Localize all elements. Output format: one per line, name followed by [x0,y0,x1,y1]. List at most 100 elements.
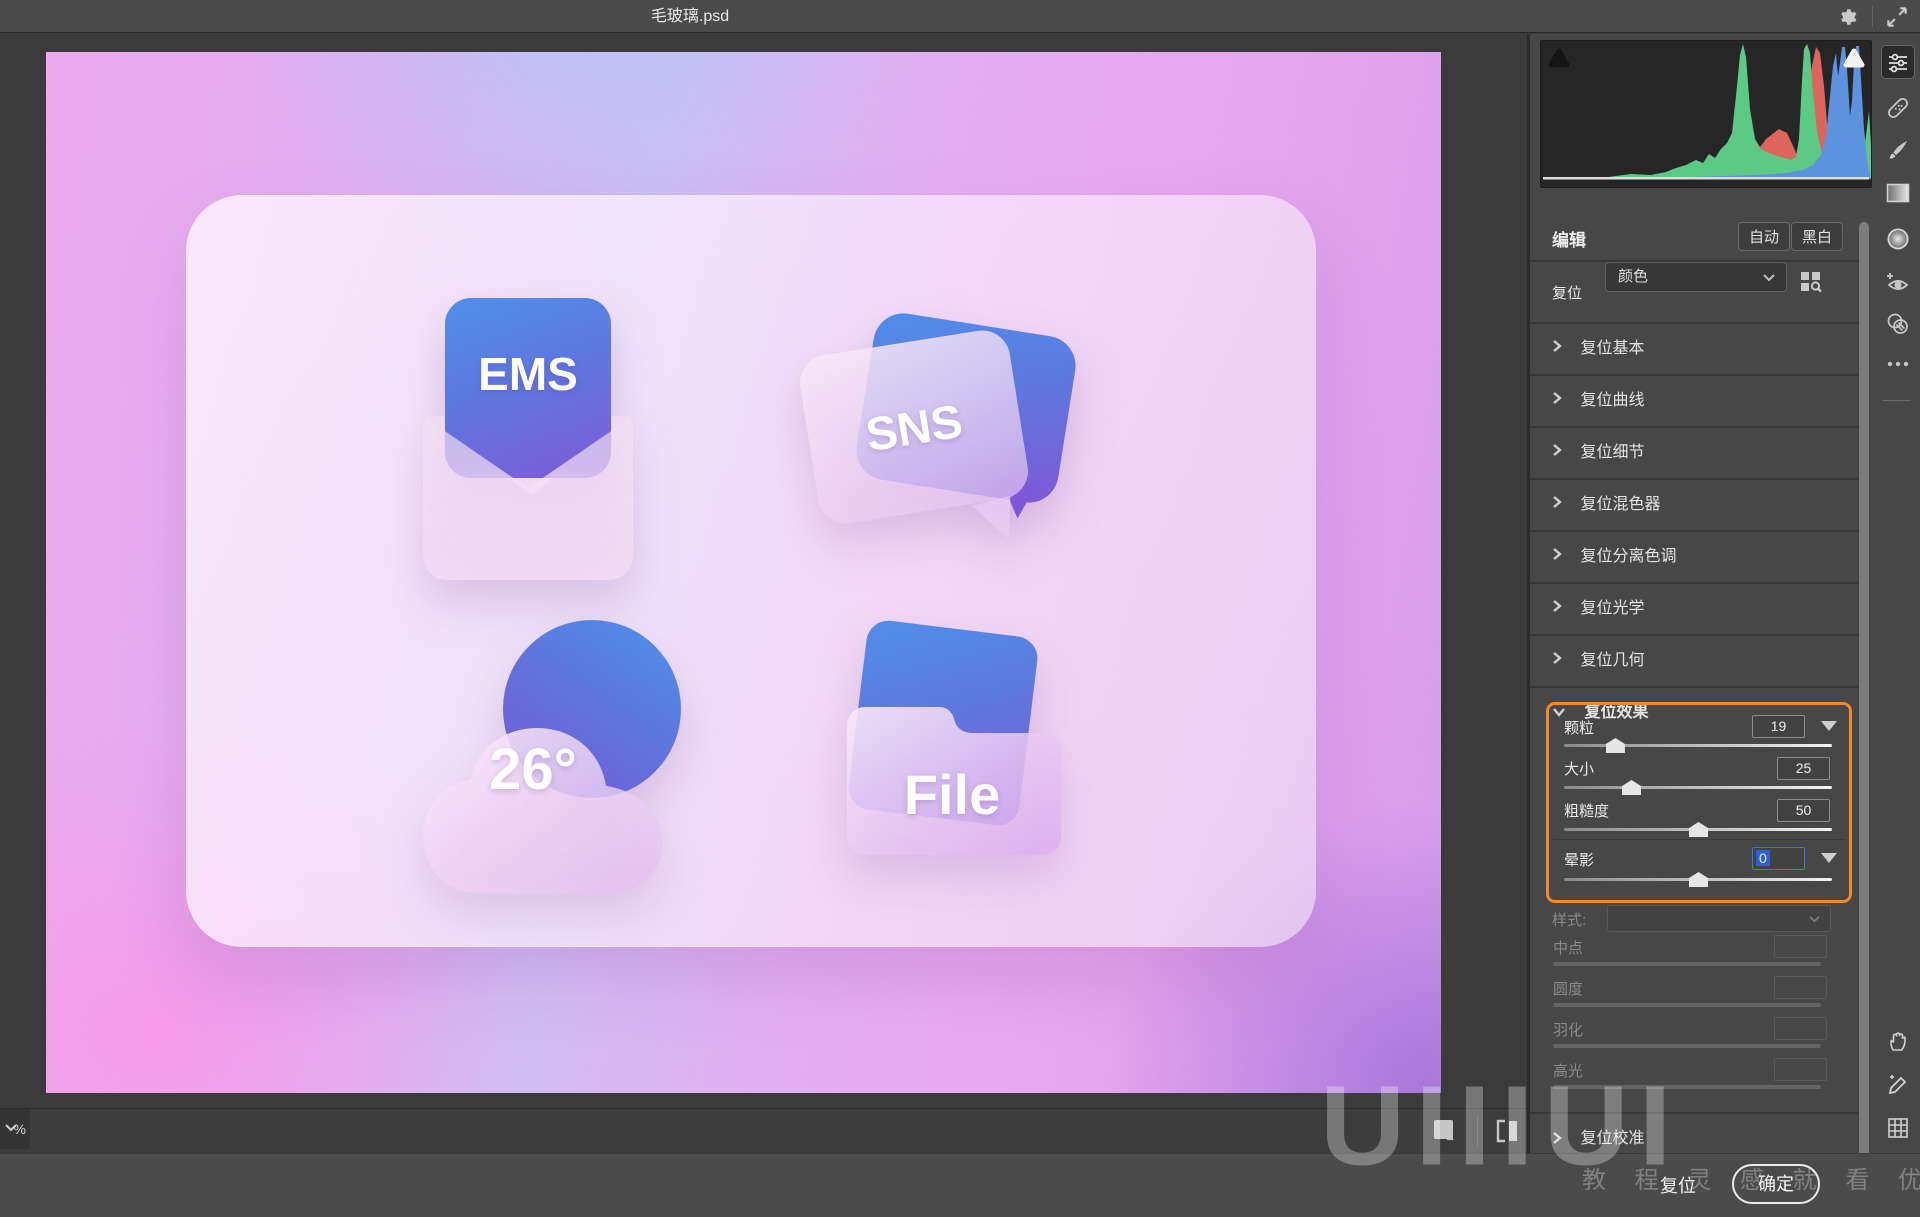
highlights-track-disabled [1553,1085,1821,1089]
chat-bubble-front: SNS [796,326,1032,527]
snapshots-icon[interactable] [1882,308,1914,340]
roundness-track-disabled [1553,1003,1821,1007]
settings-gear-icon[interactable] [1834,4,1860,30]
chevron-down-icon [4,1123,18,1133]
roundness-label: 圆度 [1553,978,1583,999]
section-basic[interactable]: 复位基本 [1530,322,1860,372]
vignette-value-input[interactable]: 0 [1752,847,1805,870]
email-icon-label: EMS [478,347,578,401]
effects-inner-divider [1553,839,1845,840]
chevron-right-icon [1552,651,1562,665]
artwork-weather-icon: 26° [415,620,685,920]
brush-icon[interactable] [1882,134,1914,166]
shadow-clipping-icon[interactable] [1546,45,1572,71]
section-label: 复位细节 [1580,444,1644,461]
size-slider-thumb[interactable] [1622,780,1641,795]
chevron-right-icon [1552,599,1562,613]
panel-divider [1527,34,1530,1217]
section-calibration[interactable]: 复位校准 [1530,1112,1860,1153]
vignette-label: 晕影 [1564,849,1594,870]
grain-value-input[interactable]: 19 [1752,715,1805,738]
hand-tool-icon[interactable] [1882,1026,1914,1058]
section-geometry[interactable]: 复位几何 [1530,634,1860,684]
highlight-clipping-icon[interactable] [1841,45,1867,71]
vignette-slider-track[interactable] [1564,878,1832,881]
reset-button[interactable]: 复位 [1638,1172,1718,1198]
size-value-input[interactable]: 25 [1777,757,1830,780]
highlights-label: 高光 [1553,1060,1583,1081]
grid-overlay-icon[interactable] [1882,1112,1914,1144]
chevron-right-icon [1552,547,1562,561]
chat-icon-label: SNS [862,392,966,461]
title-bar: 毛玻璃.psd [0,0,1920,33]
roundness-value-disabled [1774,976,1827,999]
vignette-dropdown-triangle[interactable] [1821,853,1837,863]
histogram-plot [1541,41,1871,187]
healing-bandage-icon[interactable] [1882,92,1914,124]
auto-button[interactable]: 自动 [1738,222,1790,251]
chevron-right-icon [1552,443,1562,457]
roughness-slider-track[interactable] [1564,828,1832,831]
artwork-email-icon: EMS [423,298,633,580]
titlebar-divider [1872,6,1873,27]
red-eye-tool-icon[interactable] [1882,266,1914,298]
document-title: 毛玻璃.psd [0,0,1380,33]
section-label: 复位几何 [1580,652,1644,669]
footer-bar: 复位 确定 [0,1153,1920,1217]
radial-gradient-tool-icon[interactable] [1882,223,1914,255]
feather-value-disabled [1774,1017,1827,1040]
profile-browser-icon[interactable] [1798,269,1824,295]
grain-label: 颗粒 [1564,717,1594,738]
section-detail[interactable]: 复位细节 [1530,426,1860,476]
section-curve[interactable]: 复位曲线 [1530,374,1860,424]
effects-highlight-box: 颗粒 19 大小 25 粗糙度 50 [1546,702,1852,903]
grain-slider-track[interactable] [1564,744,1832,747]
artwork-glass-panel [186,195,1316,947]
size-slider-track[interactable] [1564,786,1832,789]
linear-gradient-tool-icon[interactable] [1882,177,1914,209]
section-label: 复位校准 [1580,1130,1644,1147]
vignette-slider-thumb[interactable] [1689,872,1708,887]
section-optics[interactable]: 复位光学 [1530,582,1860,632]
roughness-label: 粗糙度 [1564,800,1609,821]
chevron-down-icon [1808,915,1821,924]
section-split-toning[interactable]: 复位分离色调 [1530,530,1860,580]
panel-scrollbar[interactable] [1859,222,1869,1180]
artwork-preview[interactable]: EMS SNS [46,52,1441,1093]
before-after-view-icon[interactable] [1494,1118,1522,1144]
zoom-level-control[interactable]: % [0,1109,30,1149]
grain-slider-thumb[interactable] [1606,738,1625,753]
grain-dropdown-triangle[interactable] [1821,721,1837,731]
chevron-right-icon [1552,391,1562,405]
eyedropper-icon[interactable] [1882,1068,1914,1100]
feather-track-disabled [1553,1044,1821,1048]
midpoint-track-disabled [1553,962,1821,966]
black-white-button[interactable]: 黑白 [1791,222,1843,251]
profile-row: 复位 颜色 [1530,260,1860,322]
profile-select-value: 颜色 [1618,268,1648,285]
roughness-slider-thumb[interactable] [1689,822,1708,837]
edit-header-row: 编辑 自动 黑白 [1530,214,1860,260]
histogram[interactable] [1540,40,1872,188]
feather-label: 羽化 [1553,1019,1583,1040]
fullscreen-expand-icon[interactable] [1884,4,1910,30]
camera-raw-window: 毛玻璃.psd EMS [0,0,1920,1217]
view-mode-icon[interactable] [1432,1118,1458,1144]
roughness-value-input[interactable]: 50 [1777,799,1830,822]
tool-strip [1874,34,1920,1153]
chevron-right-icon [1552,1131,1562,1145]
profile-select[interactable]: 颜色 [1605,262,1787,292]
edit-sliders-icon[interactable] [1882,46,1914,78]
midpoint-value-disabled [1774,935,1827,958]
profile-reset-label: 复位 [1552,282,1582,303]
chevron-down-icon [1762,273,1776,283]
weather-icon-label: 26° [433,736,633,803]
canvas-area[interactable]: EMS SNS [0,34,1527,1108]
artwork-folder-icon: File [801,576,1071,866]
section-label: 复位混色器 [1580,496,1660,513]
ok-button[interactable]: 确定 [1732,1164,1820,1204]
style-select-disabled [1607,905,1831,932]
section-label: 复位分离色调 [1580,548,1676,565]
more-options-icon[interactable] [1882,348,1914,380]
section-mixer[interactable]: 复位混色器 [1530,478,1860,528]
